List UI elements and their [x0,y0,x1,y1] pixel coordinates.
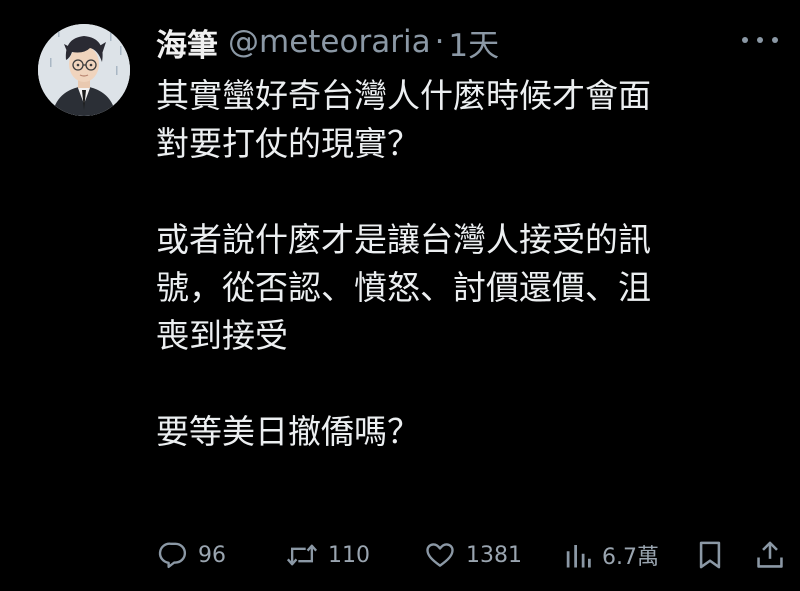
tweet-text: 其實蠻好奇台灣人什麼時候才會面 對要打仗的現實？ 或者說什麼才是讓台灣人接受的訊… [156,72,776,504]
user-handle[interactable]: @meteoraria [228,24,431,60]
views-button[interactable]: 6.7萬 [564,533,659,577]
tweet-line: 其實蠻好奇台灣人什麼時候才會面 [156,76,651,115]
separator-dot: · [434,24,445,60]
reply-button[interactable]: 96 [158,533,226,577]
tweet-line: 對要打仗的現實？ [156,124,420,163]
tweet-header: 海筆 @meteoraria · 1天 [156,20,499,64]
share-icon [756,539,784,571]
tweet-line: 或者說什麼才是讓台灣人接受的訊 [156,220,651,259]
analytics-icon [564,540,592,570]
tweet-line: 喪到接受 [156,316,288,355]
bookmark-button[interactable] [696,533,724,577]
bookmark-icon [696,539,724,571]
tweet-paragraph: 要等美日撤僑嗎？ [156,408,776,456]
tweet-paragraph: 其實蠻好奇台灣人什麼時候才會面 對要打仗的現實？ [156,72,776,168]
more-icon[interactable] [742,30,778,50]
retweet-count: 110 [328,542,370,568]
share-button[interactable] [756,533,784,577]
reply-icon [158,540,188,570]
tweet: 海筆 @meteoraria · 1天 其實蠻好奇台灣人什麼時候才會面 對要打仗… [0,0,800,591]
like-button[interactable]: 1381 [424,533,522,577]
tweet-line: 要等美日撤僑嗎？ [156,412,420,451]
display-name[interactable]: 海筆 [156,20,218,65]
avatar[interactable] [38,24,130,116]
views-count: 6.7萬 [602,545,659,570]
reply-count: 96 [198,542,226,568]
like-count: 1381 [466,542,522,568]
timestamp[interactable]: 1天 [448,20,499,65]
retweet-button[interactable]: 110 [286,533,370,577]
retweet-icon [286,540,318,570]
action-bar: 96 110 1381 6.7萬 [156,533,786,577]
heart-icon [424,540,456,570]
tweet-paragraph: 或者說什麼才是讓台灣人接受的訊 號，從否認、憤怒、討價還價、沮 喪到接受 [156,216,776,360]
tweet-line: 號，從否認、憤怒、討價還價、沮 [156,268,651,307]
